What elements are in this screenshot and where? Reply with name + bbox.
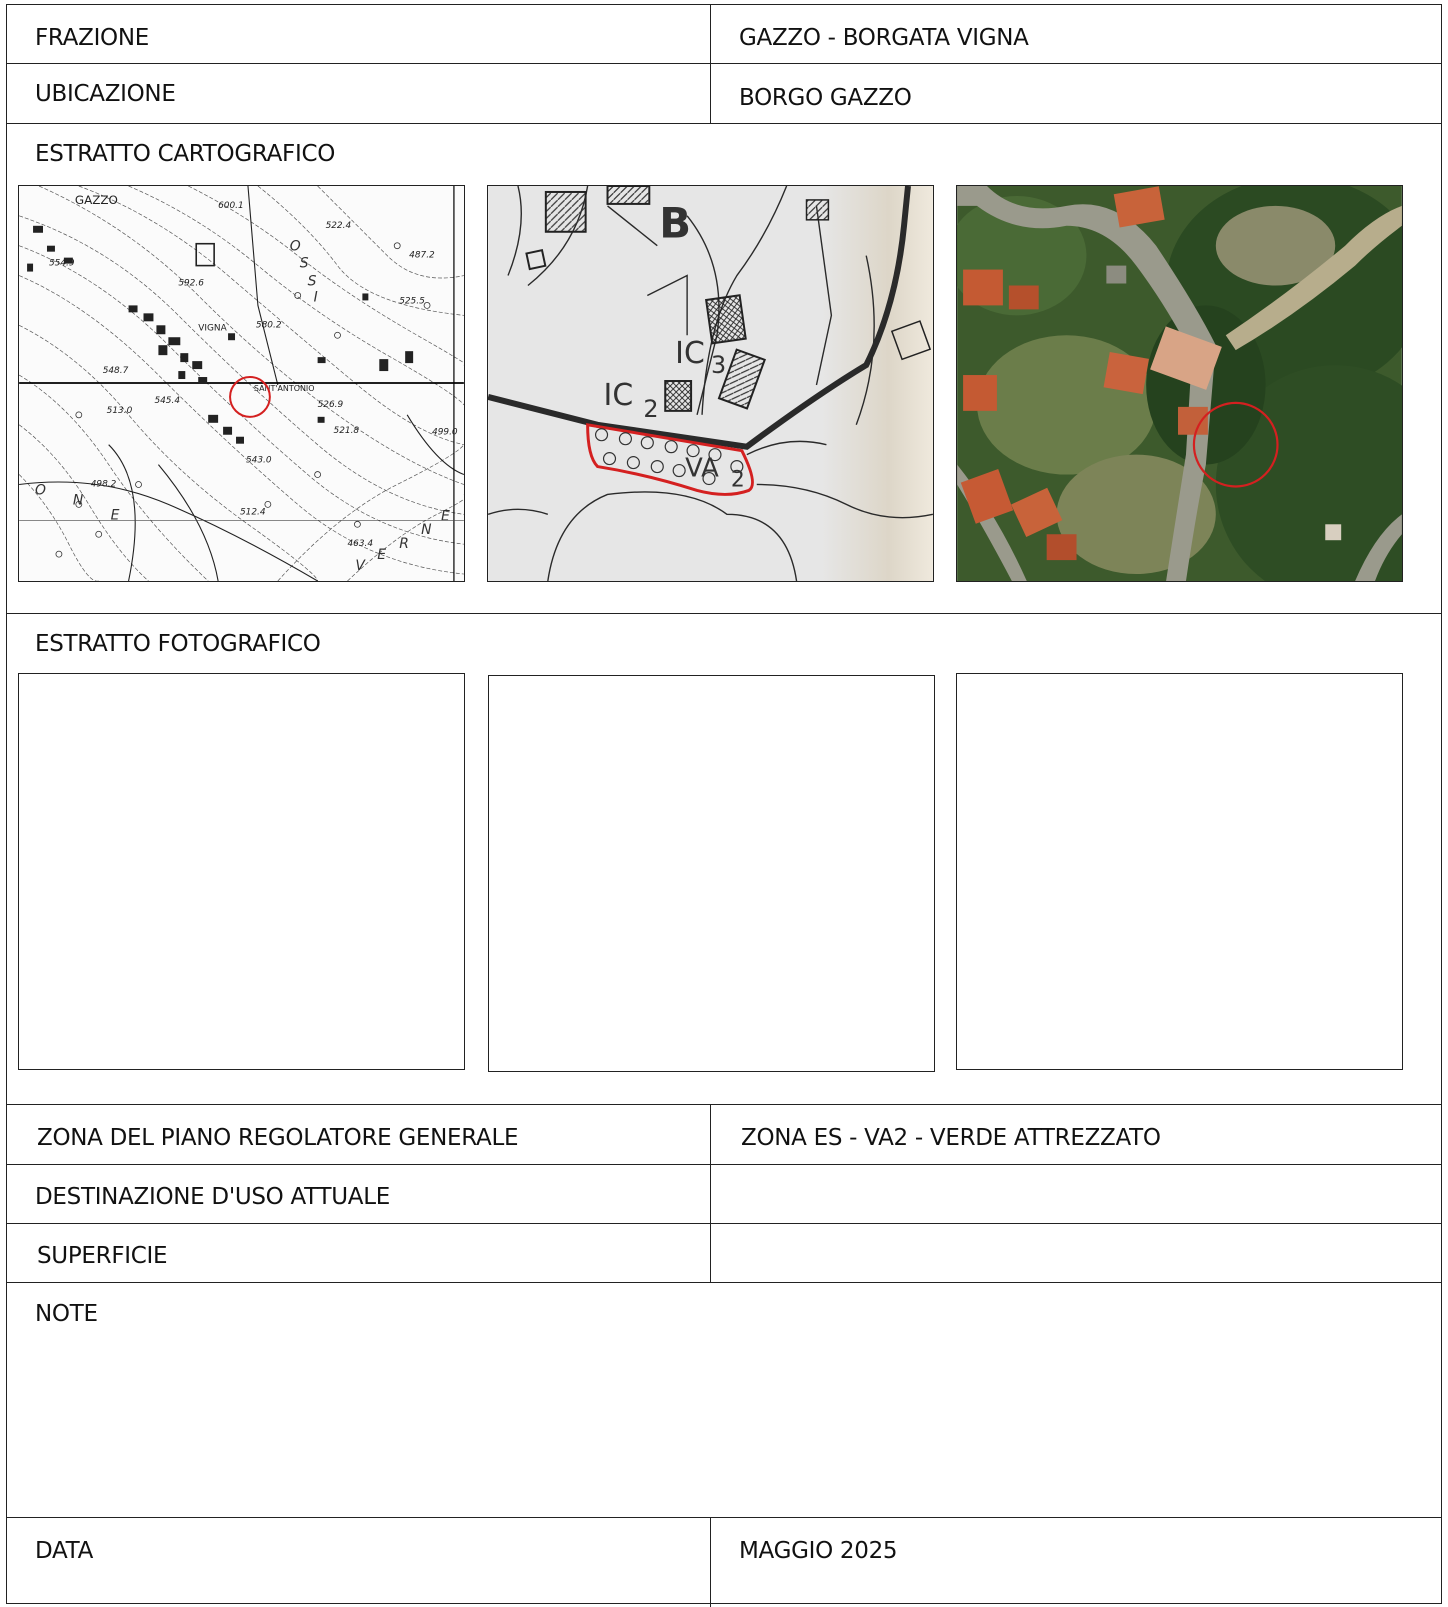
data-label: DATA (35, 1538, 94, 1564)
topo-label: VIGNA (198, 323, 227, 333)
topo-letter: I (314, 289, 318, 305)
topo-letter: S (300, 256, 309, 272)
topo-label: 498.2 (91, 479, 117, 489)
photo-placeholder (956, 673, 1403, 1070)
destinazione-label: DESTINAZIONE D'USO ATTUALE (35, 1184, 390, 1210)
fotografico-title: ESTRATTO FOTOGRAFICO (35, 631, 321, 657)
topo-label: 487.2 (409, 251, 435, 261)
row-divider (7, 1164, 1441, 1165)
topo-label: 580.2 (256, 320, 282, 330)
topo-label: 463.4 (347, 539, 373, 549)
topographic-map: GAZZO VIGNA SANT'ANTONIO 600.1 592.6 580… (18, 185, 465, 582)
row-divider (7, 1104, 1441, 1105)
topo-label: 548.7 (103, 366, 129, 376)
topo-label: 600.1 (218, 201, 244, 211)
row-divider (7, 1223, 1441, 1224)
zona-label: ZONA DEL PIANO REGOLATORE GENERALE (37, 1125, 519, 1151)
topo-letter: E (377, 547, 386, 563)
zone-label: IC (675, 336, 705, 371)
row-divider (7, 1517, 1441, 1518)
zone-label-sub: 2 (731, 467, 745, 492)
cartografico-title: ESTRATTO CARTOGRAFICO (35, 141, 336, 167)
schedule-sheet: FRAZIONE GAZZO - BORGATA VIGNA UBICAZION… (6, 4, 1442, 1607)
topo-label: 512.4 (240, 507, 266, 517)
topo-label: 525.5 (399, 296, 425, 306)
data-value: MAGGIO 2025 (739, 1538, 898, 1564)
zone-letter: B (659, 199, 691, 248)
topo-label: 513.0 (107, 406, 133, 416)
topo-letter: N (73, 492, 84, 508)
topo-letter: R (399, 536, 409, 552)
topo-label: 592.6 (178, 278, 204, 288)
topo-label: SANT'ANTONIO (254, 384, 315, 393)
aerial-photo (956, 185, 1403, 582)
topo-letter: O (290, 239, 301, 255)
ubicazione-label: UBICAZIONE (35, 81, 176, 107)
row-divider (7, 613, 1441, 614)
topo-letter: S (308, 273, 317, 289)
photo-placeholder (488, 675, 935, 1072)
topo-label: 499.0 (432, 428, 458, 438)
frazione-value: GAZZO - BORGATA VIGNA (739, 25, 1029, 51)
column-divider (710, 5, 711, 123)
row-divider (7, 123, 1441, 124)
zona-value: ZONA ES - VA2 - VERDE ATTREZZATO (741, 1125, 1161, 1151)
topo-label: 543.0 (246, 456, 272, 466)
superficie-label: SUPERFICIE (37, 1243, 168, 1269)
zone-label-sub: 2 (643, 395, 658, 423)
zoning-map: B IC 2 IC 3 VA 2 (487, 185, 934, 582)
topo-letter: E (441, 508, 450, 524)
topo-label: 554.9 (49, 259, 75, 269)
frazione-label: FRAZIONE (35, 25, 149, 51)
topo-letter: V (355, 558, 366, 574)
topo-letter: O (35, 482, 46, 498)
topo-label: 545.4 (154, 396, 180, 406)
column-divider (710, 1104, 711, 1282)
zone-label: IC (604, 378, 634, 413)
topo-label: 521.8 (334, 426, 360, 436)
row-divider (7, 1282, 1441, 1283)
topo-label: GAZZO (75, 193, 118, 207)
photo-placeholder (18, 673, 465, 1070)
ubicazione-value: BORGO GAZZO (739, 85, 912, 111)
topo-label: 526.9 (318, 400, 344, 410)
row-divider (7, 63, 1441, 64)
topo-label: 522.4 (326, 221, 352, 231)
topo-letter: N (421, 522, 432, 538)
zone-label: VA (685, 454, 719, 484)
note-label: NOTE (35, 1301, 98, 1327)
zone-label-sub: 3 (711, 351, 726, 379)
column-divider (710, 1517, 711, 1607)
topo-letter: E (111, 507, 120, 523)
